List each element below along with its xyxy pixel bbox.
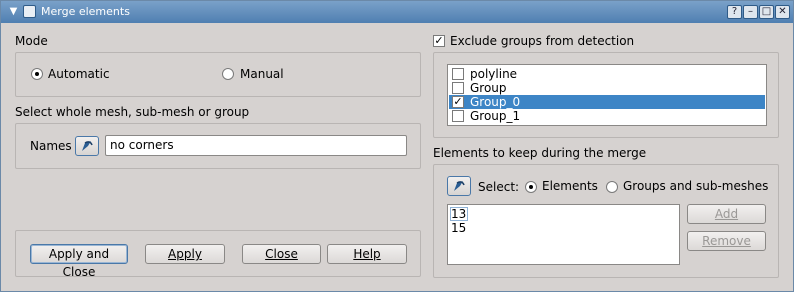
apply-and-close-label: Apply and Close: [48, 247, 110, 279]
manual-label: Manual: [240, 67, 284, 81]
element-id: 13: [451, 207, 467, 221]
selection-group: Names no corners: [15, 123, 421, 169]
mode-label: Mode: [15, 34, 48, 48]
group-checkbox[interactable]: [452, 110, 464, 122]
groups-list[interactable]: polyline Group ✓ Group_0 Group_1: [447, 64, 767, 126]
help-button[interactable]: Help: [327, 244, 407, 264]
exclude-groups-label: Exclude groups from detection: [450, 34, 635, 48]
list-item[interactable]: polyline: [449, 67, 765, 81]
help-label: Help: [353, 247, 381, 261]
list-item[interactable]: Group: [449, 81, 765, 95]
buttons-group: Apply and Close Apply Close Help: [15, 230, 421, 279]
list-item[interactable]: 13: [450, 207, 468, 221]
arrow-select-icon: [82, 141, 93, 151]
select-names-button[interactable]: [75, 136, 99, 156]
manual-radio[interactable]: [222, 68, 234, 80]
list-item[interactable]: Group_1: [449, 109, 765, 123]
elements-radio[interactable]: [525, 181, 537, 193]
automatic-label: Automatic: [48, 67, 110, 81]
group-label: polyline: [470, 67, 518, 81]
list-item[interactable]: 15: [451, 221, 678, 235]
group-checkbox[interactable]: [452, 68, 464, 80]
list-item[interactable]: ✓ Group_0: [449, 95, 765, 109]
group-checkbox[interactable]: ✓: [452, 96, 464, 108]
keep-label: Elements to keep during the merge: [433, 146, 647, 160]
close-button[interactable]: Close: [242, 244, 321, 264]
element-id: 15: [451, 221, 467, 235]
arrow-select-icon: [454, 181, 465, 191]
remove-label: Remove: [702, 234, 751, 248]
exclude-group: polyline Group ✓ Group_0 Group_1: [433, 52, 779, 138]
group-checkbox[interactable]: [452, 82, 464, 94]
keep-group: Select: Elements Groups and sub-meshes 1…: [433, 164, 779, 278]
app-icon: [23, 5, 36, 18]
elements-label: Elements: [542, 179, 598, 193]
apply-button[interactable]: Apply: [145, 244, 225, 264]
window-title: Merge elements: [41, 5, 130, 18]
elements-list[interactable]: 13 15: [447, 204, 680, 265]
close-icon[interactable]: ✕: [775, 5, 790, 19]
merge-elements-dialog: ▼ Merge elements ? – □ ✕ Mode Automatic …: [0, 0, 794, 292]
add-button[interactable]: Add: [687, 204, 766, 224]
names-field[interactable]: no corners: [105, 135, 407, 156]
names-label: Names: [30, 139, 72, 153]
close-label: Close: [265, 247, 298, 261]
exclude-groups-checkbox[interactable]: ✓: [433, 35, 445, 47]
groups-submeshes-label: Groups and sub-meshes: [623, 179, 769, 193]
window-menu-icon[interactable]: ▼: [7, 5, 20, 18]
groups-submeshes-radio[interactable]: [606, 181, 618, 193]
group-label: Group_0: [470, 95, 521, 109]
maximize-icon[interactable]: □: [759, 5, 774, 19]
select-label: Select:: [478, 180, 520, 194]
selection-label: Select whole mesh, sub-mesh or group: [15, 105, 250, 119]
apply-and-close-button[interactable]: Apply and Close: [30, 244, 128, 279]
automatic-radio[interactable]: [31, 68, 43, 80]
select-elements-button[interactable]: [447, 176, 471, 196]
group-label: Group_1: [470, 109, 521, 123]
title-bar[interactable]: ▼ Merge elements ? – □ ✕: [1, 1, 793, 23]
group-label: Group: [470, 81, 507, 95]
remove-button[interactable]: Remove: [687, 231, 766, 251]
minimize-icon[interactable]: –: [743, 5, 758, 19]
apply-label: Apply: [168, 247, 202, 261]
mode-group: Automatic Manual: [15, 52, 421, 97]
help-icon[interactable]: ?: [727, 5, 742, 19]
add-label: Add: [714, 207, 739, 221]
